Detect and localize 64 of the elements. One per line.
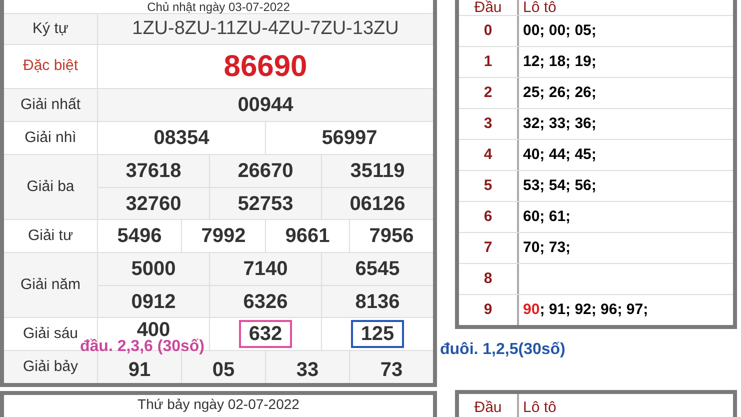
prize-number: 6545 <box>355 259 400 279</box>
prize-number: 05 <box>212 360 235 380</box>
annotation-text: đuôi. 1,2,5(30số) <box>440 342 566 358</box>
prize-number: 26670 <box>238 161 294 181</box>
prize-number: 400 <box>136 320 170 340</box>
prize-number: 0912 <box>131 292 176 312</box>
prize-number: 6326 <box>243 292 288 312</box>
prize-number: 00944 <box>238 95 294 115</box>
loto-numbers: 12; 18; 19; <box>523 52 596 72</box>
head-digit: 9 <box>484 300 492 320</box>
code-text: 1ZU-8ZU-11ZU-4ZU-7ZU-13ZU <box>132 16 399 41</box>
prize-number: 7140 <box>243 259 288 279</box>
prize-number: 08354 <box>154 128 210 148</box>
loto-numbers: 70; 73; <box>523 238 571 258</box>
prize-number: 56997 <box>322 128 378 148</box>
prize-number: 9661 <box>285 226 330 246</box>
column-header: Lô tô <box>523 400 556 414</box>
prize-number: 35119 <box>350 161 405 181</box>
prize-label: Giải sáu <box>22 324 78 344</box>
column-header: Đầu <box>474 400 502 414</box>
loto-numbers: 60; 61; <box>523 206 571 227</box>
prize-label: Giải nhất <box>20 94 81 115</box>
prize-label: Đặc biệt <box>22 56 78 76</box>
column-header: Đầu <box>474 0 502 15</box>
prize-number: 7956 <box>369 226 414 246</box>
prize-number: 73 <box>380 360 403 380</box>
prize-label: Giải năm <box>20 274 81 295</box>
outlined-number: 632 <box>238 320 292 348</box>
head-digit: 3 <box>484 114 492 134</box>
prize-label: Giải ba <box>26 176 74 197</box>
prize-label: Giải nhì <box>24 128 76 148</box>
head-digit: 0 <box>484 20 492 41</box>
loto-numbers: 90; 91; 92; 96; 97; <box>523 300 648 320</box>
head-digit: 2 <box>484 82 492 103</box>
prize-number: 37618 <box>126 161 182 181</box>
loto-numbers: 32; 33; 36; <box>523 114 596 134</box>
loto-numbers: 00; 00; 05; <box>523 20 596 41</box>
prize-number: 8136 <box>355 292 400 312</box>
head-digit: 1 <box>484 52 492 72</box>
head-digit: 4 <box>484 144 492 165</box>
prize-number: 5496 <box>117 226 162 246</box>
date-header: Chủ nhật ngày 03-07-2022 <box>147 0 290 12</box>
prize-label: Giải bảy <box>22 356 78 377</box>
annotation-text: đầu. 2,3,6 (30số) <box>80 339 204 355</box>
prize-number: 5000 <box>131 259 176 279</box>
prize-number: 33 <box>296 360 319 380</box>
prize-number: 7992 <box>201 226 246 246</box>
head-digit: 7 <box>484 238 492 258</box>
prize-label: Ký tự <box>32 18 68 39</box>
outlined-number: 125 <box>350 320 404 348</box>
prize-number: 91 <box>128 360 151 380</box>
loto-numbers: 53; 54; 56; <box>523 176 596 196</box>
head-digit: 5 <box>484 176 492 196</box>
loto-numbers: 40; 44; 45; <box>523 144 596 165</box>
column-header: Lô tô <box>523 0 556 15</box>
prize-number: 06126 <box>350 194 406 214</box>
head-digit: 8 <box>484 268 492 289</box>
date-header: Thứ bảy ngày 02-07-2022 <box>138 396 300 414</box>
head-digit: 6 <box>484 206 492 227</box>
prize-number: 32760 <box>126 194 182 214</box>
prize-label: Giải tư <box>28 226 74 246</box>
prize-number: 52753 <box>238 194 294 214</box>
prize-number: 86690 <box>224 49 308 85</box>
loto-numbers: 25; 26; 26; <box>523 82 596 103</box>
